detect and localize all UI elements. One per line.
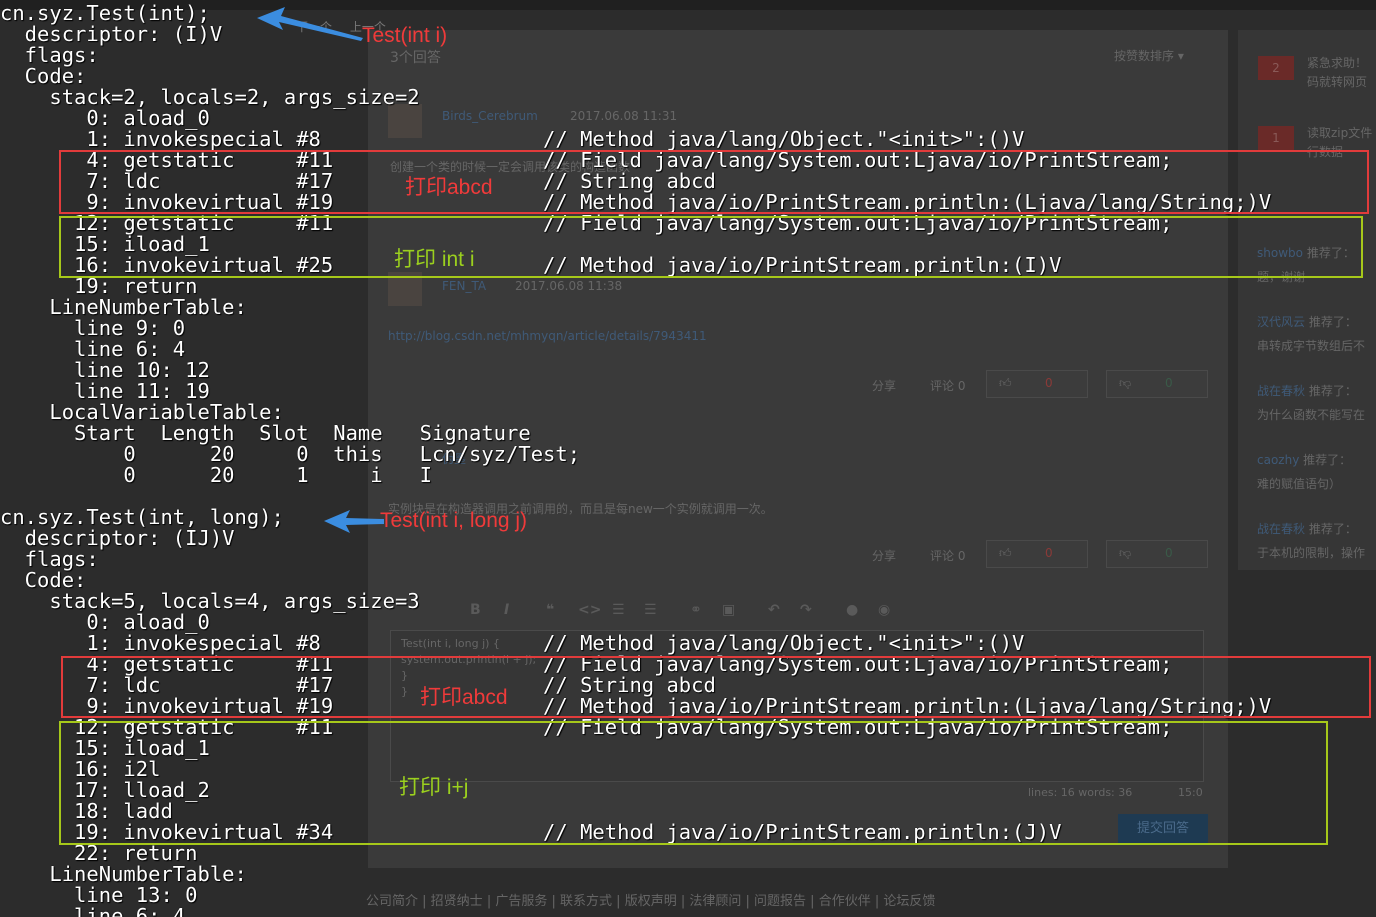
code-line: 0 20 1 i I: [0, 463, 432, 487]
code-line: line 6: 4: [0, 904, 186, 917]
constructor-label: Test(int i): [362, 24, 448, 47]
code-line: Start Length Slot Name Signature: [0, 421, 531, 445]
code-line: 1: invokespecial #8 // Method java/lang/…: [0, 127, 1025, 151]
print-abcd-label: 打印abcd: [405, 176, 493, 199]
code-line: stack=2, locals=2, args_size=2: [0, 85, 420, 109]
print-abcd-highlight-box: [59, 150, 1369, 214]
code-line: 1: invokespecial #8 // Method java/lang/…: [0, 631, 1025, 655]
code-line: Code:: [0, 64, 87, 88]
code-line: flags:: [0, 43, 99, 67]
arrow-icon: [257, 7, 363, 41]
code-line: LocalVariableTable:: [0, 400, 284, 424]
code-line: line 11: 19: [0, 379, 210, 403]
code-line: line 9: 0: [0, 316, 186, 340]
code-line: cn.syz.Test(int, long);: [0, 505, 284, 529]
code-line: 0: aload_0: [0, 610, 210, 634]
print-int-highlight-box: [59, 216, 1363, 278]
code-line: LineNumberTable:: [0, 295, 247, 319]
code-line: 0: aload_0: [0, 106, 210, 130]
code-line: 0 20 0 this Lcn/syz/Test;: [0, 442, 581, 466]
code-line: cn.syz.Test(int);: [0, 1, 210, 25]
code-line: descriptor: (IJ)V: [0, 526, 235, 550]
print-abcd-highlight-box: [61, 656, 1371, 718]
code-line: descriptor: (I)V: [0, 22, 223, 46]
print-abcd-label: 打印abcd: [420, 686, 508, 709]
code-line: Code:: [0, 568, 87, 592]
code-line: 22: return: [0, 841, 198, 865]
code-line: flags:: [0, 547, 99, 571]
code-line: stack=5, locals=4, args_size=3: [0, 589, 420, 613]
constructor-label: Test(int i, long j): [380, 509, 528, 532]
code-line: LineNumberTable:: [0, 862, 247, 886]
print-int-label: 打印 int i: [394, 248, 475, 271]
code-line: line 13: 0: [0, 883, 198, 907]
code-line: line 10: 12: [0, 358, 210, 382]
code-line: 19: return: [0, 274, 198, 298]
print-sum-highlight-box: [59, 721, 1328, 845]
print-sum-label: 打印 i+j: [399, 776, 469, 799]
code-line: line 6: 4: [0, 337, 186, 361]
arrow-icon: [324, 510, 384, 533]
